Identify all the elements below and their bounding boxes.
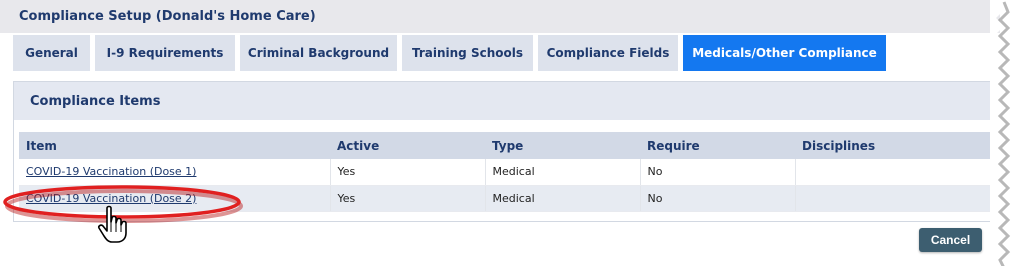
- active-cell: Yes: [330, 185, 486, 212]
- table-row: COVID-19 Vaccination (Dose 1) Yes Medica…: [19, 159, 991, 186]
- table-header-row: Item Active Type Require Disciplines: [19, 132, 990, 159]
- require-cell: No: [640, 185, 796, 212]
- column-header-type: Type: [485, 132, 640, 159]
- column-header-active: Active: [330, 132, 485, 159]
- disciplines-cell: [795, 185, 991, 212]
- type-cell: Medical: [485, 159, 641, 186]
- panel-header: Compliance Items: [14, 82, 990, 120]
- tab-medicals-other-compliance[interactable]: Medicals/Other Compliance: [683, 35, 886, 71]
- tab-general[interactable]: General: [13, 35, 90, 71]
- column-header-item: Item: [19, 132, 330, 159]
- panel-title: Compliance Items: [30, 94, 161, 109]
- compliance-setup-page: Compliance Setup (Donald's Home Care) Ge…: [0, 0, 1019, 266]
- type-cell: Medical: [485, 185, 641, 212]
- header-bar: Compliance Setup (Donald's Home Care): [0, 0, 1000, 33]
- require-cell: No: [640, 159, 796, 186]
- table-row: COVID-19 Vaccination (Dose 2) Yes Medica…: [19, 185, 991, 212]
- compliance-items-panel: Compliance Items Item Active Type Requir…: [13, 81, 991, 222]
- column-header-require: Require: [640, 132, 795, 159]
- page-title: Compliance Setup (Donald's Home Care): [19, 9, 316, 24]
- tab-i9-requirements[interactable]: I-9 Requirements: [95, 35, 235, 71]
- column-header-disciplines: Disciplines: [795, 132, 990, 159]
- torn-paper-edge: [990, 0, 1011, 266]
- cancel-button[interactable]: Cancel: [919, 228, 982, 252]
- item-cell: COVID-19 Vaccination (Dose 2): [19, 185, 331, 212]
- disciplines-cell: [795, 159, 991, 186]
- tab-compliance-fields[interactable]: Compliance Fields: [538, 35, 678, 71]
- item-link[interactable]: COVID-19 Vaccination (Dose 2): [26, 192, 196, 205]
- tab-training-schools[interactable]: Training Schools: [402, 35, 533, 71]
- active-cell: Yes: [330, 159, 486, 186]
- item-link[interactable]: COVID-19 Vaccination (Dose 1): [26, 165, 196, 178]
- item-cell: COVID-19 Vaccination (Dose 1): [19, 159, 331, 186]
- compliance-items-table: Item Active Type Require Disciplines COV…: [19, 132, 991, 212]
- tab-criminal-background[interactable]: Criminal Background: [240, 35, 397, 71]
